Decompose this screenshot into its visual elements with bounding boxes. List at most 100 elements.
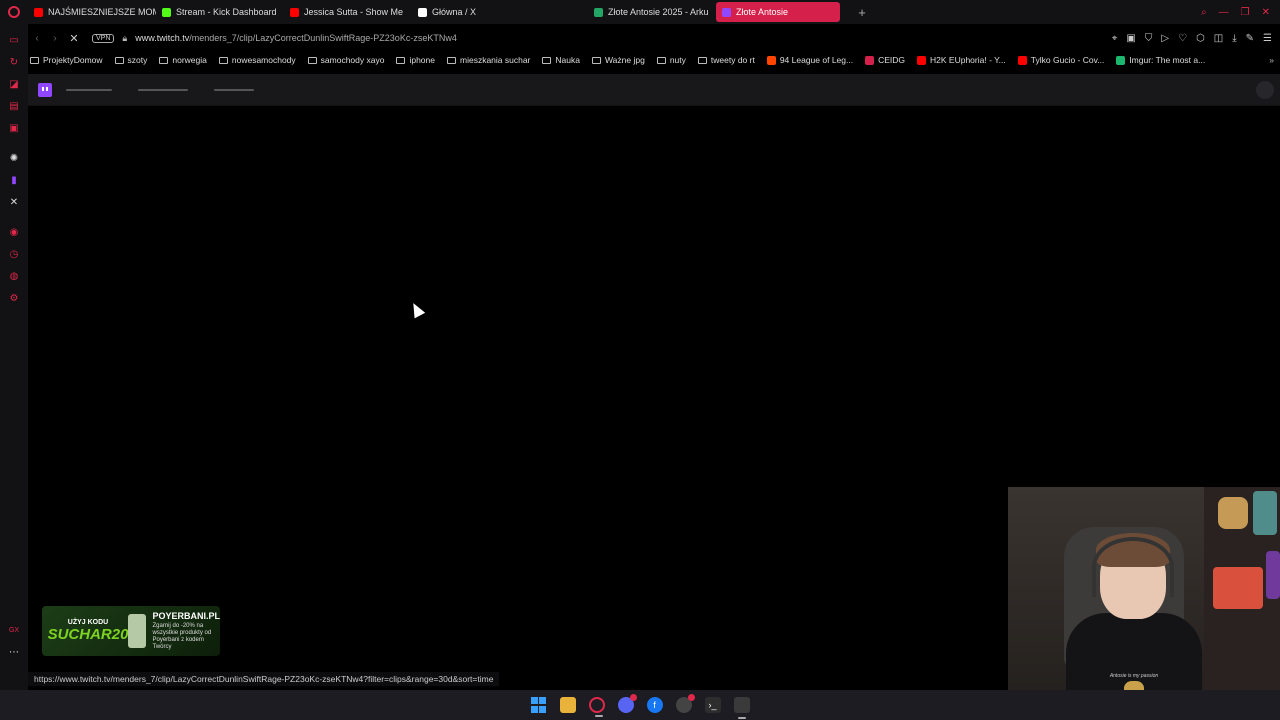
x-icon[interactable]: ✕	[8, 196, 20, 208]
bookmark-label: CEIDG	[878, 55, 906, 65]
speed-dial-icon[interactable]: ▭	[8, 34, 20, 46]
bookmark-label: Nauka	[555, 55, 580, 65]
address-bar: ‹ › ✕ VPN 🔒︎ www.twitch.tv/menders_7/cli…	[28, 28, 1280, 48]
shield-icon[interactable]: ⛉	[1145, 33, 1153, 44]
bookmark-folder[interactable]: szoty	[114, 55, 148, 65]
bag-icon[interactable]: ◪	[8, 78, 20, 90]
folder-icon	[542, 56, 552, 64]
url-path: /menders_7/clip/LazyCorrectDunlinSwiftRa…	[189, 33, 457, 43]
heart-icon[interactable]: ♡	[1178, 33, 1187, 44]
bookmark-link[interactable]: CEIDG	[865, 55, 905, 65]
bookmark-label: 94 League of Leg...	[779, 55, 854, 65]
settings-icon[interactable]: ⚙	[8, 292, 20, 304]
bookmark-link[interactable]: Imgur: The most a...	[1116, 55, 1205, 65]
player-icon[interactable]: ◉	[8, 226, 20, 238]
bookmarks-overflow-icon[interactable]: »	[1269, 55, 1280, 65]
url-field[interactable]: www.twitch.tv/menders_7/clip/LazyCorrect…	[135, 33, 457, 43]
twitch-icon[interactable]: ▮	[8, 174, 20, 186]
folder-icon	[218, 56, 228, 64]
more-icon[interactable]: ⋯	[8, 646, 20, 658]
history-icon[interactable]: ↻	[8, 56, 20, 68]
gamepad-icon[interactable]: ▤	[8, 100, 20, 112]
new-tab-plus-icon[interactable]: +	[852, 2, 872, 22]
folder-icon	[114, 56, 124, 64]
pin-icon[interactable]: ⌖	[1112, 33, 1118, 44]
headset-icon	[1092, 537, 1174, 597]
stop-loading-icon[interactable]: ✕	[64, 32, 84, 45]
tab-0[interactable]: NAJŚMIESZNIEJSZE MOM	[28, 2, 156, 22]
vpn-badge[interactable]: VPN	[92, 33, 115, 43]
opera-logo-icon	[8, 6, 20, 18]
tab-label: Złote Antosie 2025 - Arku	[608, 7, 709, 17]
bookmark-label: Tylko Gucio - Cov...	[1030, 55, 1105, 65]
promo-code-block: UŻYJ KODU SUCHAR20	[48, 611, 129, 651]
tab-4[interactable]: Złote Antosie 2025 - Arku	[588, 2, 716, 22]
bookmark-folder[interactable]: Nauka	[542, 55, 580, 65]
close-icon[interactable]: ✕	[1262, 7, 1270, 18]
bookmark-folder[interactable]: Ważne jpg	[591, 55, 645, 65]
bookmark-link[interactable]: Tylko Gucio - Cov...	[1017, 55, 1105, 65]
app-window-icon[interactable]	[733, 697, 750, 719]
clock-icon[interactable]: ◷	[8, 248, 20, 260]
avatar-placeholder[interactable]	[1256, 80, 1274, 99]
search-tabs-icon[interactable]: ⌕	[1201, 7, 1207, 18]
bookmark-link[interactable]: H2K EUphoria! - Y...	[917, 55, 1006, 65]
chat-icon[interactable]: ◍	[8, 270, 20, 282]
bookmark-label: mieszkania suchar	[460, 55, 531, 65]
opera-menu-button[interactable]	[0, 0, 28, 24]
nav-skeleton-more	[214, 88, 254, 91]
shirt-text: Antosie is my passion	[1109, 673, 1159, 679]
tab-3[interactable]: Główna / X	[412, 2, 540, 22]
obs-icon[interactable]	[675, 694, 695, 713]
windows-start-icon[interactable]	[530, 697, 547, 713]
back-arrow-icon[interactable]: ‹	[28, 33, 46, 44]
wallet-icon[interactable]: ◫	[1214, 33, 1223, 44]
minimize-icon[interactable]: —	[1219, 7, 1229, 18]
bookmark-folder[interactable]: samochody xayo	[307, 55, 384, 65]
figurine-icon	[1266, 551, 1280, 599]
lock-icon[interactable]: 🔒︎	[122, 33, 127, 44]
discord-icon[interactable]	[617, 694, 637, 713]
twitch-navbar	[28, 74, 1280, 106]
terminal-icon[interactable]: ›_	[704, 697, 721, 713]
bookmark-folder[interactable]: nuty	[656, 55, 686, 65]
opera-gx-icon[interactable]	[588, 697, 605, 717]
tab-5-active[interactable]: Złote Antosie	[716, 2, 840, 22]
tab-label: Jessica Sutta - Show Me	[304, 7, 404, 17]
ceidg-favicon-icon	[865, 55, 875, 65]
twitch-logo-icon[interactable]	[38, 82, 52, 97]
bookmark-folder[interactable]: ProjektyDomow	[30, 55, 103, 65]
extensions-icon[interactable]: ⬡	[1196, 33, 1205, 44]
chatgpt-icon[interactable]: ✺	[8, 152, 20, 164]
gx-icon[interactable]: GX	[8, 624, 20, 636]
play-icon[interactable]: ▷	[1161, 33, 1169, 44]
youtube-favicon-icon	[34, 7, 43, 17]
tab-2[interactable]: Jessica Sutta - Show Me	[284, 2, 412, 22]
snapshot-icon[interactable]: ▣	[1126, 33, 1135, 44]
tab-1[interactable]: Stream - Kick Dashboard	[156, 2, 284, 22]
bookmark-label: Imgur: The most a...	[1129, 55, 1206, 65]
bookmark-folder[interactable]: mieszkania suchar	[447, 55, 530, 65]
bookmark-label: szoty	[127, 55, 148, 65]
mail-icon[interactable]: ▣	[8, 122, 20, 134]
ai-icon[interactable]: ✎	[1246, 33, 1254, 44]
promo-site: POYERBANI.PL	[152, 610, 220, 621]
bookmark-folder[interactable]: iphone	[396, 55, 435, 65]
bookmark-folder[interactable]: nowesamochody	[218, 55, 296, 65]
facebook-icon[interactable]: f	[646, 697, 663, 713]
tab-label: Stream - Kick Dashboard	[176, 7, 277, 17]
forward-arrow-icon[interactable]: ›	[46, 33, 64, 44]
menu-icon[interactable]: ☰	[1263, 33, 1272, 44]
bookmark-folder[interactable]: tweety do rt	[697, 55, 755, 65]
bookmark-label: ProjektyDomow	[43, 55, 103, 65]
product-package-icon	[128, 614, 147, 648]
maximize-icon[interactable]: ❐	[1241, 7, 1250, 18]
promo-text-block: POYERBANI.PL Zgarnij do -20% na wszystki…	[152, 611, 220, 652]
download-icon[interactable]: ⤓	[1232, 33, 1236, 44]
bookmark-link[interactable]: 94 League of Leg...	[766, 55, 854, 65]
reddit-favicon-icon	[766, 55, 776, 65]
file-explorer-icon[interactable]	[559, 697, 576, 713]
poster-icon	[1213, 567, 1263, 609]
tab-label: NAJŚMIESZNIEJSZE MOM	[48, 7, 156, 17]
bookmark-folder[interactable]: norwegia	[159, 55, 207, 65]
